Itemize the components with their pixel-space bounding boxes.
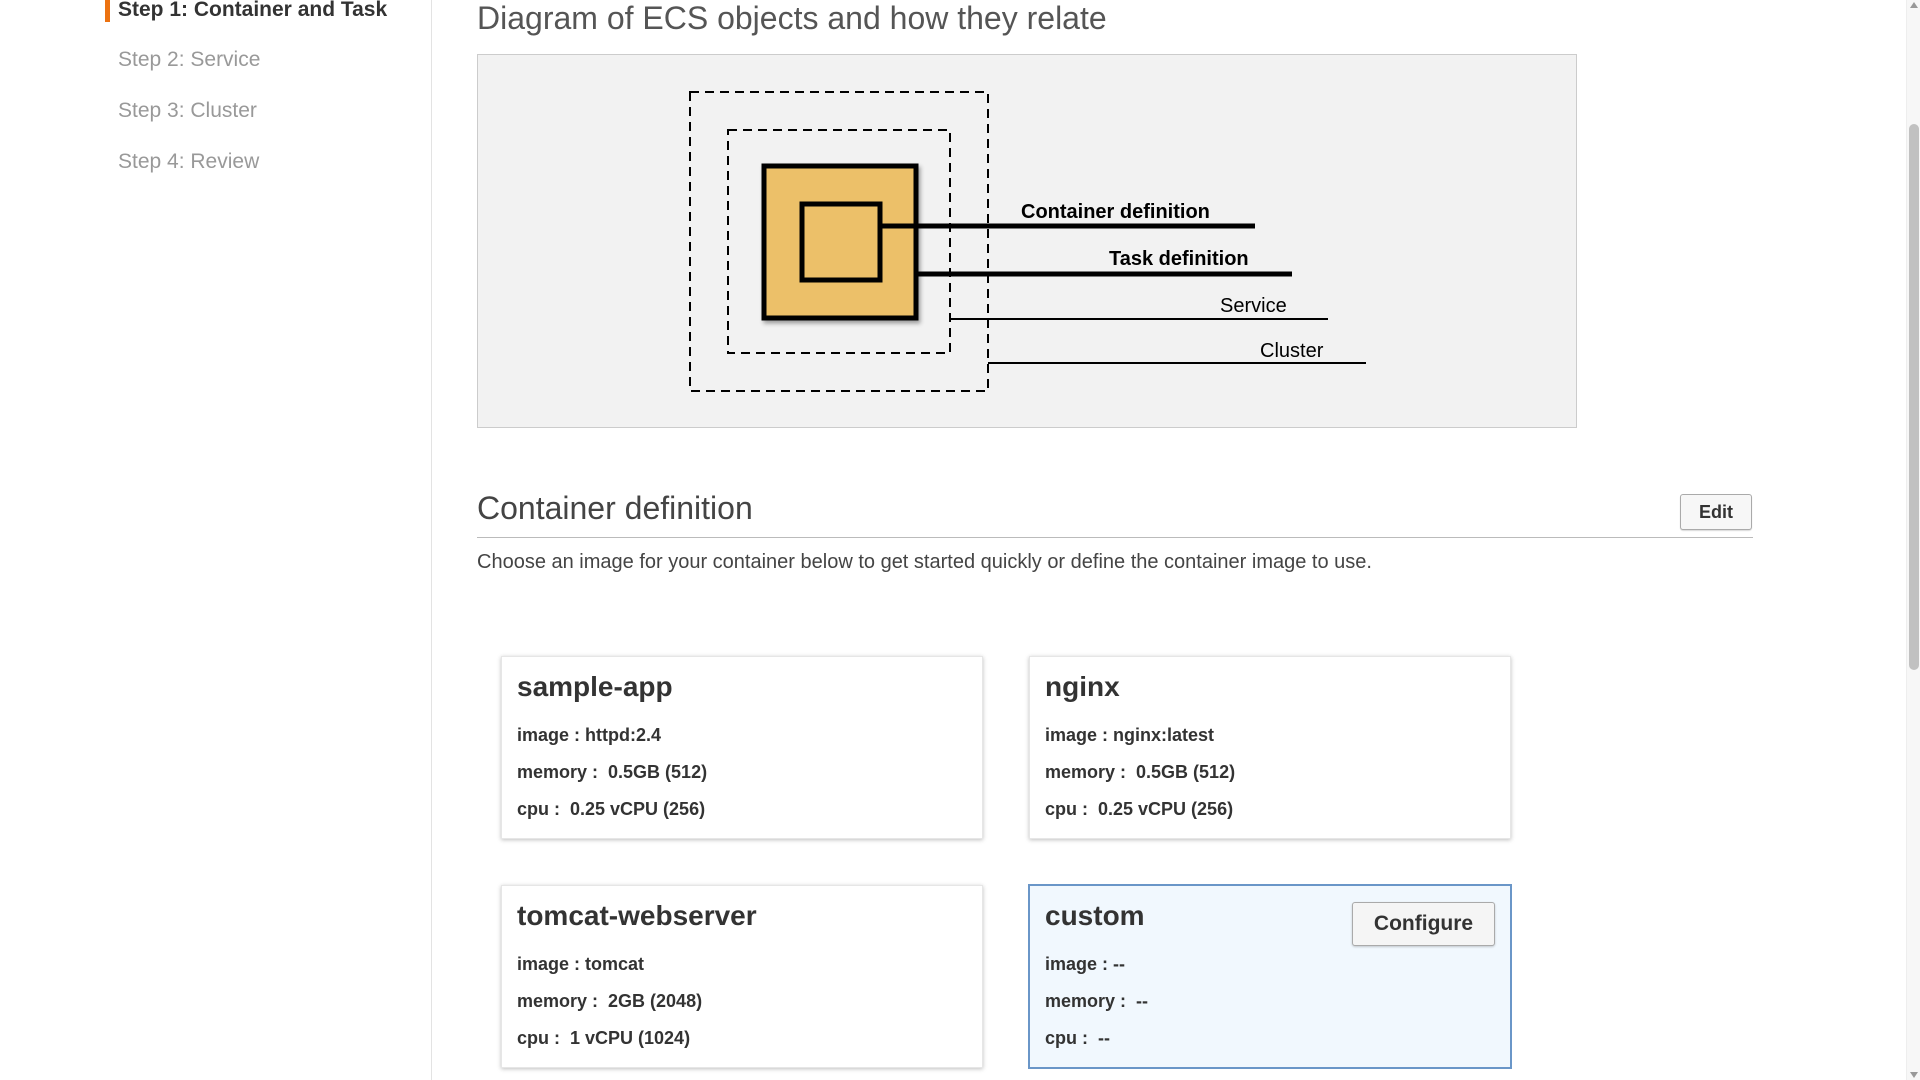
sidebar-step-service[interactable]: Step 2: Service — [118, 48, 260, 72]
scroll-down-icon[interactable] — [1910, 1072, 1918, 1078]
card-memory: memory : 2GB (2048) — [517, 991, 703, 1011]
sidebar-step-label: Step 2: Service — [118, 48, 261, 71]
container-definition-box — [799, 201, 883, 283]
sidebar-step-cluster[interactable]: Step 3: Cluster — [118, 99, 257, 123]
scrollbar-thumb[interactable] — [1909, 124, 1919, 670]
container-definition-label: Container definition — [1021, 201, 1210, 223]
card-cpu: cpu : 0.25 vCPU (256) — [1045, 799, 1234, 819]
card-title: nginx — [1045, 671, 1120, 702]
card-cpu: cpu : 1 vCPU (1024) — [517, 1028, 691, 1048]
ecs-diagram-svg: Container definition Task definition Ser… — [689, 91, 1366, 392]
service-label: Service — [1220, 295, 1287, 317]
sidebar-step-container-and-task[interactable]: Step 1: Container and Task — [105, 0, 388, 22]
image-card-custom[interactable]: custom image : -- memory : -- cpu : -- C… — [1028, 884, 1512, 1069]
wizard-sidebar: Step 1: Container and Task Step 2: Servi… — [0, 0, 432, 1080]
task-definition-label: Task definition — [1109, 248, 1249, 270]
active-step-marker — [105, 0, 110, 22]
sidebar-step-review[interactable]: Step 4: Review — [118, 150, 259, 174]
card-memory: memory : 0.5GB (512) — [1045, 762, 1236, 782]
edit-button[interactable]: Edit — [1680, 494, 1752, 530]
image-card-tomcat-webserver[interactable]: tomcat-webserver image : tomcat memory :… — [501, 885, 983, 1068]
card-cpu: cpu : -- — [1045, 1028, 1110, 1048]
sidebar-step-label: Step 1: Container and Task — [118, 0, 388, 21]
card-image: image : nginx:latest — [1045, 725, 1215, 745]
sidebar-step-label: Step 4: Review — [118, 150, 260, 173]
cluster-label: Cluster — [1260, 340, 1324, 362]
configure-button[interactable]: Configure — [1352, 902, 1495, 946]
section-divider — [477, 537, 1753, 538]
card-image: image : tomcat — [517, 954, 645, 974]
card-memory: memory : -- — [1045, 991, 1149, 1011]
scroll-up-icon[interactable] — [1910, 2, 1918, 8]
card-cpu: cpu : 0.25 vCPU (256) — [517, 799, 706, 819]
image-card-nginx[interactable]: nginx image : nginx:latest memory : 0.5G… — [1029, 656, 1511, 839]
diagram-title: Diagram of ECS objects and how they rela… — [477, 0, 1107, 36]
image-card-sample-app[interactable]: sample-app image : httpd:2.4 memory : 0.… — [501, 656, 983, 839]
container-definition-heading: Container definition — [477, 490, 753, 526]
card-title: sample-app — [517, 671, 673, 702]
page-scrollbar[interactable] — [1906, 0, 1920, 1080]
section-description: Choose an image for your container below… — [477, 551, 1372, 573]
card-image: image : httpd:2.4 — [517, 725, 662, 745]
card-title: tomcat-webserver — [517, 900, 757, 931]
ecs-diagram: Container definition Task definition Ser… — [477, 54, 1577, 428]
card-memory: memory : 0.5GB (512) — [517, 762, 708, 782]
main-content: Diagram of ECS objects and how they rela… — [477, 0, 1877, 1080]
card-image: image : -- — [1045, 954, 1126, 974]
sidebar-step-label: Step 3: Cluster — [118, 99, 257, 122]
